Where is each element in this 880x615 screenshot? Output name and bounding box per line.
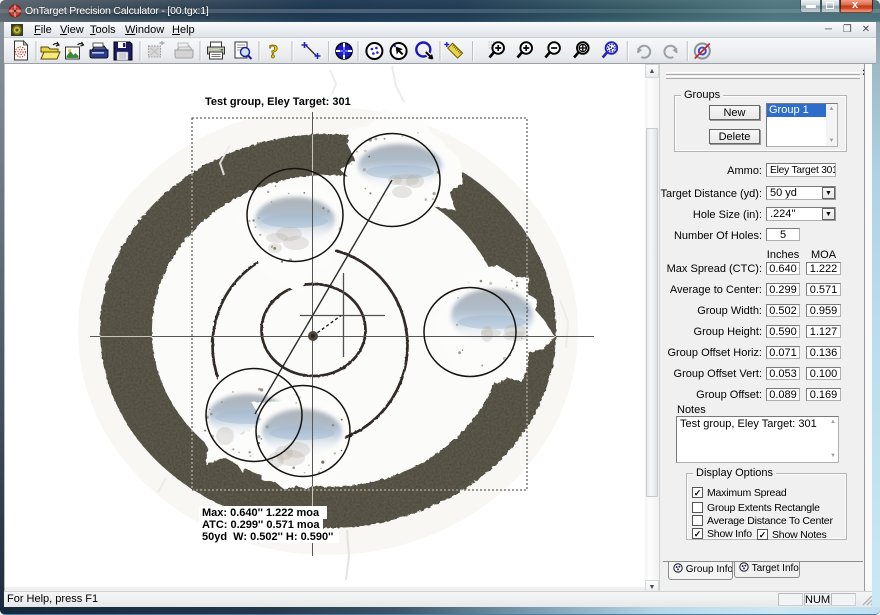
svg-text:Test group, Eley Target: 301: Test group, Eley Target: 301 <box>205 96 351 108</box>
svg-text:ATC: 0.299'' 0.571 moa: ATC: 0.299'' 0.571 moa <box>202 519 320 531</box>
svg-text:Max: 0.640'' 1.222 moa: Max: 0.640'' 1.222 moa <box>202 507 320 519</box>
svg-text:50yd W: 0.502'' H: 0.590'': 50yd W: 0.502'' H: 0.590'' <box>202 531 334 543</box>
svg-text:?: ? <box>269 41 279 63</box>
